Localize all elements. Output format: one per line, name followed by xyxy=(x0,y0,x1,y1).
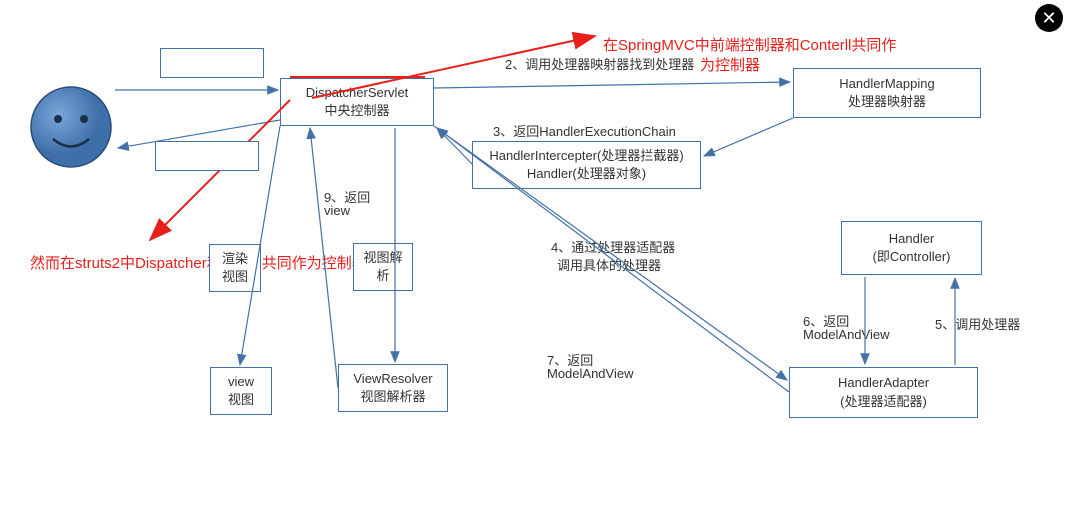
box-text: view xyxy=(228,373,254,391)
box-view-resolver: ViewResolver 视图解析器 xyxy=(338,364,448,412)
box-text: 视图解 xyxy=(363,249,402,267)
label-box-step11 xyxy=(155,141,259,171)
label-step6-line2: ModelAndView xyxy=(803,327,889,342)
box-text: Handler(处理器对象) xyxy=(527,165,646,183)
box-handler-adapter: HandlerAdapter (处理器适配器) xyxy=(789,367,978,418)
box-text: (即Controller) xyxy=(872,248,950,266)
box-text: 视图 xyxy=(228,391,254,409)
box-text: HandlerIntercepter(处理器拦截器) xyxy=(489,147,683,165)
label-step9-line2: view xyxy=(324,203,350,218)
label-step4-line2: 调用具体的处理器 xyxy=(557,255,661,274)
box-text: (处理器适配器) xyxy=(840,393,927,411)
box-viewparse: 视图解 析 xyxy=(353,243,413,291)
box-text: HandlerAdapter xyxy=(838,374,929,392)
box-handler-mapping: HandlerMapping 处理器映射器 xyxy=(793,68,981,118)
box-render: 渲染 视图 xyxy=(209,244,261,292)
label-box-step1 xyxy=(160,48,264,78)
box-text: 处理器映射器 xyxy=(848,93,926,111)
annotation-springmvc-line1: 在SpringMVC中前端控制器和Conterll共同作 xyxy=(603,34,896,55)
box-text: 中央控制器 xyxy=(324,102,389,120)
box-text: HandlerMapping xyxy=(839,75,934,93)
box-text: ViewResolver xyxy=(353,370,432,388)
box-text: 析 xyxy=(376,267,389,285)
label-step7-line2: ModelAndView xyxy=(547,366,633,381)
close-icon[interactable]: ✕ xyxy=(1035,4,1063,32)
user-smiley-icon xyxy=(28,84,114,170)
annotation-springmvc-line2: 为控制器 xyxy=(700,54,760,75)
box-dispatcher-servlet: DispatcherServlet 中央控制器 xyxy=(280,78,434,126)
box-text: 视图解析器 xyxy=(360,388,425,406)
label-step2: 2、调用处理器映射器找到处理器 xyxy=(505,54,694,73)
label-step4-line1: 4、通过处理器适配器 xyxy=(551,237,675,256)
box-handler: Handler (即Controller) xyxy=(841,221,982,275)
label-step5: 5、调用处理器 xyxy=(935,314,1020,333)
box-handler-chain: HandlerIntercepter(处理器拦截器) Handler(处理器对象… xyxy=(472,141,701,189)
annotation-struts2: 然而在struts2中Dispatcher和action共同作为控制器 xyxy=(30,252,367,273)
box-text: DispatcherServlet xyxy=(306,84,409,102)
box-text: 渲染 xyxy=(222,250,248,268)
box-text: Handler xyxy=(889,230,935,248)
box-view: view 视图 xyxy=(210,367,272,415)
box-text: 视图 xyxy=(222,268,248,286)
label-step3: 3、返回HandlerExecutionChain xyxy=(493,121,676,140)
